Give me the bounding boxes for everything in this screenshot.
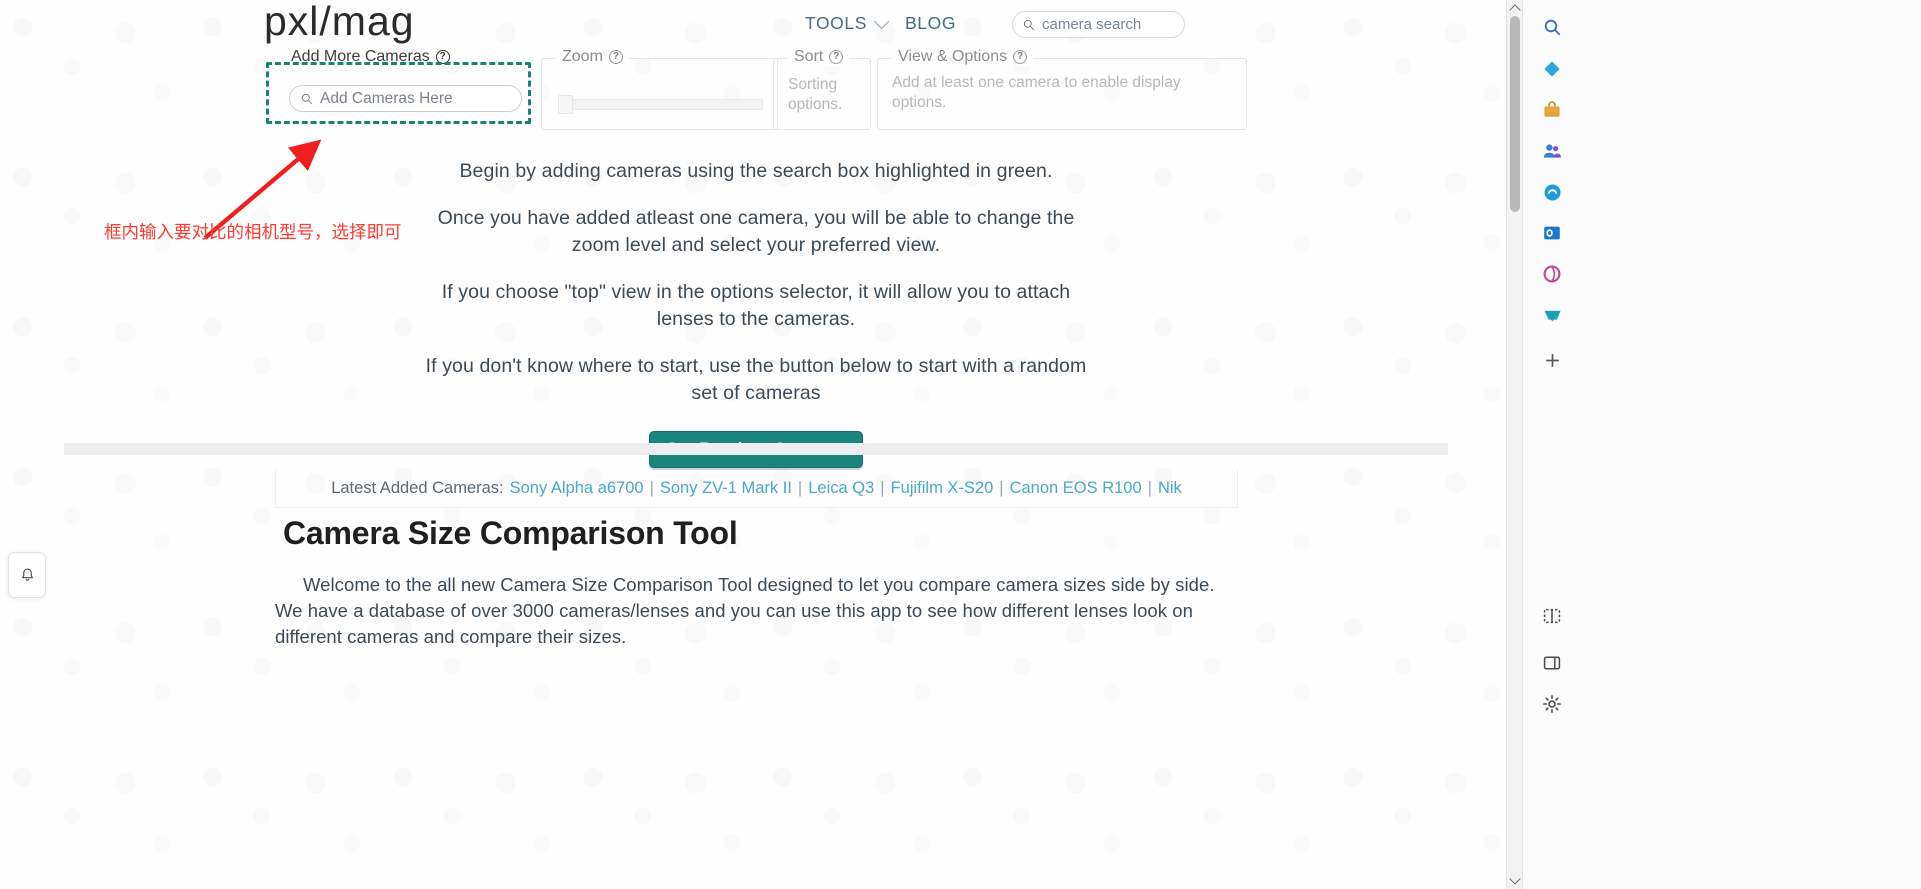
intro-line-2: Once you have added atleast one camera, … <box>437 207 1075 256</box>
scroll-down-arrow-icon[interactable] <box>1509 873 1521 885</box>
sidebar-toggle-icon <box>1543 656 1561 670</box>
article-body: Welcome to the all new Camera Size Compa… <box>275 574 1215 647</box>
scrollbar-thumb[interactable] <box>1510 16 1520 212</box>
sidebar-add-icon[interactable] <box>1535 343 1569 377</box>
page-scrollbar[interactable] <box>1506 0 1522 889</box>
green-highlight-box <box>266 62 531 124</box>
settings-gear-icon <box>1543 695 1561 713</box>
latest-added-label: Latest Added Cameras: <box>331 479 504 497</box>
intro-line-3: If you choose "top" view in the options … <box>441 281 1071 330</box>
briefcase-icon <box>1544 101 1560 117</box>
panel-zoom-legend: Zoom ? <box>556 48 629 66</box>
panel-sort-legend-text: Sort <box>794 48 824 65</box>
outlook-icon <box>1544 226 1560 240</box>
sidebar-toggle-icon[interactable] <box>1535 646 1569 680</box>
panel-view-options: View & Options ? Add at least one camera… <box>877 48 1247 130</box>
chevron-down-icon <box>873 13 890 30</box>
nav-item-tools[interactable]: TOOLS <box>805 13 890 34</box>
latest-camera-link[interactable]: Nik <box>1158 479 1182 498</box>
header-search-box[interactable]: camera search <box>1012 11 1185 38</box>
sidebar-people-icon[interactable] <box>1535 134 1569 168</box>
latest-added-cameras: Latest Added Cameras: Sony Alpha a6700 |… <box>275 470 1238 508</box>
controls-bar: Add More Cameras ? Add Cameras Here Zoom… <box>264 48 1248 130</box>
latest-camera-link[interactable]: Sony Alpha a6700 <box>510 479 644 498</box>
latest-camera-link[interactable]: Sony ZV-1 Mark II <box>660 479 792 498</box>
link-separator: | <box>649 479 654 497</box>
notification-bubble[interactable] <box>8 552 46 598</box>
split-screen-icon <box>1543 608 1561 624</box>
nav-item-blog[interactable]: BLOG <box>905 13 956 34</box>
link-separator: | <box>999 479 1004 497</box>
latest-camera-link[interactable]: Canon EOS R100 <box>1010 479 1142 498</box>
question-mark-icon[interactable]: ? <box>608 50 623 64</box>
annotation-text: 框内输入要对比的相机型号，选择即可 <box>104 223 402 243</box>
add-icon <box>1545 353 1559 367</box>
bell-icon <box>21 567 33 581</box>
sidebar-shopping-icon[interactable] <box>1535 93 1569 127</box>
sidebar-essentials-icon[interactable] <box>1535 257 1569 291</box>
zoom-slider-handle[interactable] <box>558 95 573 114</box>
link-separator: | <box>880 479 885 497</box>
article-section: Camera Size Comparison Tool Welcome to t… <box>275 515 1235 650</box>
search-icon <box>1023 19 1035 30</box>
panel-view-options-body: Add at least one camera to enable displa… <box>892 74 1181 111</box>
latest-camera-link[interactable]: Leica Q3 <box>808 479 874 498</box>
intro-line-4: If you don't know where to start, use th… <box>425 355 1087 404</box>
header-search-placeholder: camera search <box>1042 16 1142 33</box>
panel-view-options-legend-text: View & Options <box>898 48 1008 65</box>
link-separator: | <box>797 479 803 497</box>
site-header: pxl/mag TOOLS BLOG camera search <box>0 0 1506 52</box>
panel-sort-body: Sorting options. <box>788 76 843 113</box>
panel-view-options-legend: View & Options ? <box>892 48 1034 66</box>
sidebar-shopping-cart-icon[interactable] <box>1535 298 1569 332</box>
latest-camera-link[interactable]: Fujifilm X-S20 <box>891 479 994 498</box>
question-mark-icon[interactable]: ? <box>1013 50 1028 64</box>
sidebar-copilot-icon[interactable] <box>1535 175 1569 209</box>
search-icon <box>1544 19 1560 35</box>
page-title: Camera Size Comparison Tool <box>283 515 738 551</box>
link-separator: | <box>1147 479 1152 497</box>
screenshot-root: pxl/mag TOOLS BLOG camera search Add Mor… <box>0 0 1921 889</box>
question-mark-icon[interactable]: ? <box>829 50 844 64</box>
page-viewport: pxl/mag TOOLS BLOG camera search Add Mor… <box>0 0 1506 889</box>
panel-zoom: Zoom ? <box>541 48 778 130</box>
people-icon <box>1543 144 1561 158</box>
panel-sort-legend: Sort ? <box>788 48 850 66</box>
sidebar-split-screen-icon[interactable] <box>1535 599 1569 633</box>
sidebar-diamond-icon[interactable] <box>1535 52 1569 86</box>
sidebar-search-icon[interactable] <box>1535 10 1569 44</box>
zoom-slider-track[interactable] <box>558 99 763 110</box>
diamond-icon <box>1544 61 1560 77</box>
content-divider-bar <box>64 443 1448 455</box>
browser-sidebar <box>1522 0 1921 889</box>
sidebar-settings-icon[interactable] <box>1535 687 1569 721</box>
intro-line-1: Begin by adding cameras using the search… <box>459 160 1053 182</box>
shopping-icon <box>1544 310 1560 322</box>
intro-section: Begin by adding cameras using the search… <box>264 158 1248 468</box>
browser-essentials-icon <box>1543 265 1561 283</box>
site-logo[interactable]: pxl/mag <box>264 0 415 45</box>
nav-tools-label: TOOLS <box>805 13 868 33</box>
copilot-icon <box>1544 184 1560 200</box>
scroll-up-arrow-icon[interactable] <box>1509 4 1521 16</box>
sidebar-outlook-icon[interactable] <box>1535 216 1569 250</box>
panel-sort: Sort ? Sorting options. <box>773 48 871 130</box>
panel-zoom-legend-text: Zoom <box>562 48 603 65</box>
